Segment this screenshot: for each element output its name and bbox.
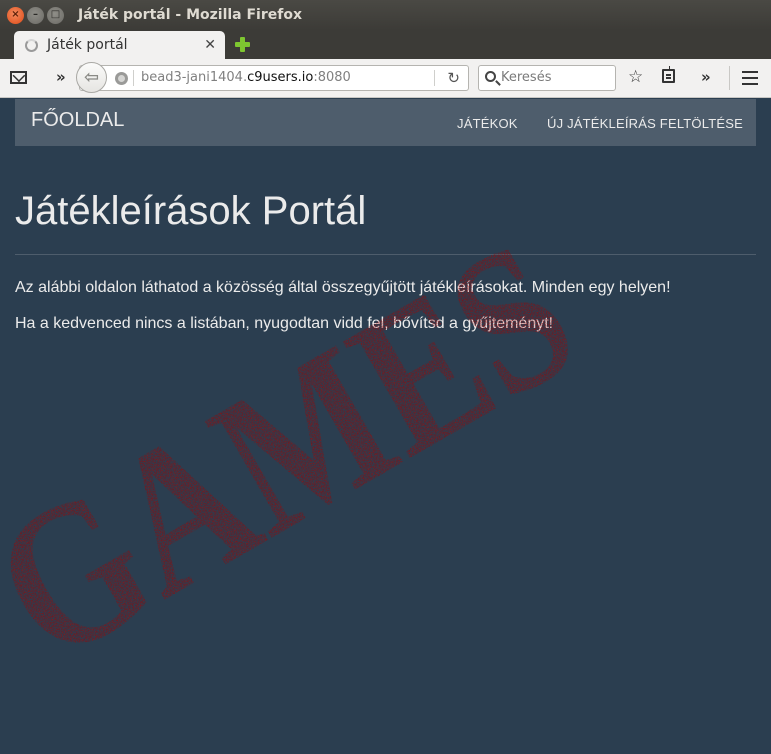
window-controls: × – □ [7, 6, 64, 24]
window-close-button[interactable]: × [7, 6, 24, 24]
search-bar[interactable]: Keresés [478, 65, 616, 91]
window-maximize-button[interactable]: □ [47, 6, 64, 24]
tab-title: Játék portál [47, 37, 128, 53]
toolbar-overflow-right-icon[interactable]: » [701, 68, 711, 86]
divider [15, 254, 756, 255]
window-title: Játék portál - Mozilla Firefox [78, 7, 302, 23]
url-bar[interactable]: bead3-jani1404.c9users.io:8080 ↻ [79, 65, 469, 91]
mail-icon[interactable] [10, 71, 27, 84]
browser-tab[interactable]: Játék portál ✕ [14, 31, 225, 59]
url-separator [133, 70, 134, 86]
nav-link-games[interactable]: JÁTÉKOK [457, 116, 518, 131]
brand-link[interactable]: FŐOLDAL [31, 109, 124, 132]
tab-close-icon[interactable]: ✕ [204, 37, 216, 53]
search-input[interactable]: Keresés [501, 70, 551, 85]
back-button[interactable]: ⇦ [76, 62, 107, 93]
search-icon[interactable] [485, 71, 496, 82]
tab-strip: Játék portál ✕ [0, 30, 771, 59]
loading-spinner-icon [25, 38, 38, 52]
new-tab-plus-icon[interactable] [234, 36, 251, 53]
reload-separator [434, 70, 435, 86]
navigation-toolbar: » ⇦ bead3-jani1404.c9users.io:8080 ↻ Ker… [0, 59, 771, 98]
nav-link-upload[interactable]: ÚJ JÁTÉKLEÍRÁS FELTÖLTÉSE [547, 116, 743, 131]
page-content: FŐOLDAL JÁTÉKOK ÚJ JÁTÉKLEÍRÁS FELTÖLTÉS… [0, 99, 771, 754]
hamburger-menu-icon[interactable] [742, 71, 758, 85]
window-minimize-button[interactable]: – [27, 6, 44, 24]
url-port: :8080 [313, 70, 351, 85]
reload-icon[interactable]: ↻ [447, 69, 460, 87]
invite-paragraph: Ha a kedvenced nincs a listában, nyugodt… [15, 315, 554, 332]
toolbar-separator [729, 66, 730, 90]
bookmarks-menu-icon[interactable] [662, 66, 675, 83]
intro-paragraph: Az alábbi oldalon láthatod a közösség ál… [15, 279, 671, 296]
bookmark-star-icon[interactable]: ☆ [628, 67, 643, 87]
url-text[interactable]: bead3-jani1404.c9users.io:8080 [141, 70, 351, 85]
page-title: Játékleírások Portál [15, 189, 367, 233]
site-identity-globe-icon[interactable] [115, 72, 128, 85]
toolbar-overflow-left-icon[interactable]: » [56, 68, 66, 86]
window-titlebar: × – □ Játék portál - Mozilla Firefox [0, 0, 771, 30]
url-prefix: bead3-jani1404. [141, 70, 248, 85]
site-navbar: FŐOLDAL JÁTÉKOK ÚJ JÁTÉKLEÍRÁS FELTÖLTÉS… [15, 99, 756, 146]
url-host: c9users.io [247, 70, 314, 85]
svg-text:GAMES: GAMES [0, 198, 609, 705]
